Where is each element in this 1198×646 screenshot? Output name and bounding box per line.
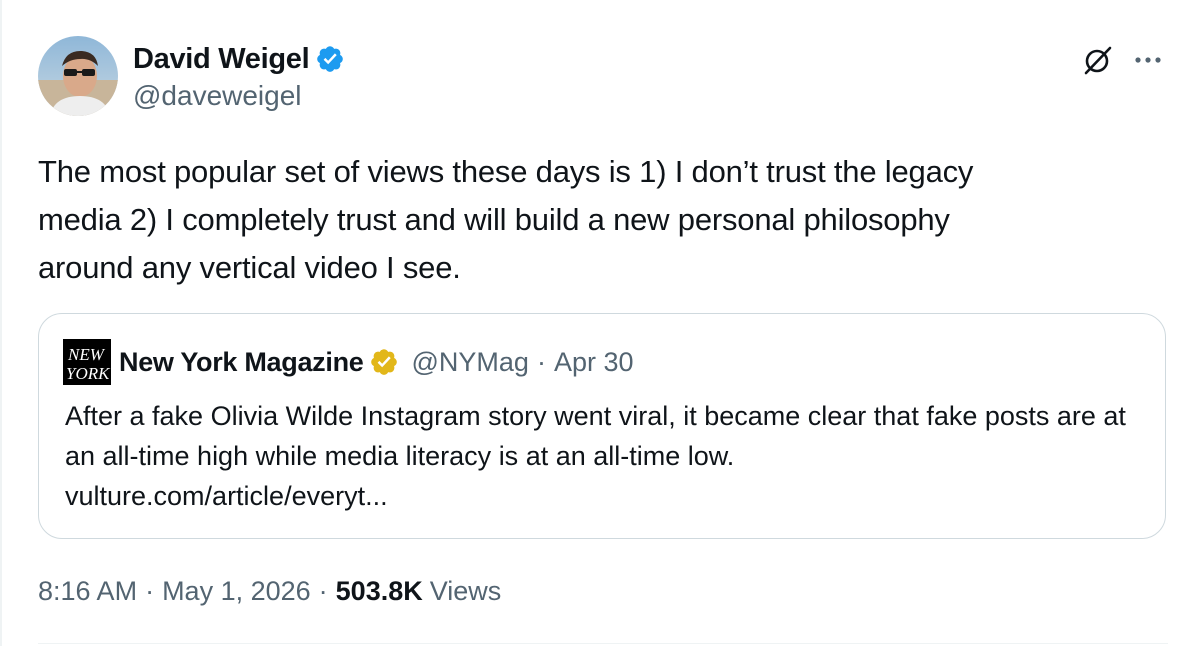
quote-header: NEW YORK New York Magazine @NYMag · Apr … xyxy=(63,339,634,385)
tweet: David Weigel @daveweigel The most popula… xyxy=(38,36,1168,646)
logo-line1: NEW xyxy=(67,345,106,364)
header-actions xyxy=(1078,40,1168,80)
tweet-date[interactable]: May 1, 2026 xyxy=(162,576,311,607)
quote-separator: · xyxy=(536,346,546,377)
grok-icon[interactable] xyxy=(1078,40,1118,80)
display-name[interactable]: David Weigel xyxy=(133,43,310,76)
logo-line2: YORK xyxy=(66,364,111,383)
quote-link[interactable]: vulture.com/article/everyt... xyxy=(65,476,1145,516)
left-border xyxy=(0,0,2,646)
quoted-tweet[interactable]: NEW YORK New York Magazine @NYMag · Apr … xyxy=(38,313,1166,539)
name-row: David Weigel xyxy=(133,40,345,78)
avatar[interactable] xyxy=(38,36,118,116)
quote-text: After a fake Olivia Wilde Instagram stor… xyxy=(65,396,1145,516)
tweet-text: The most popular set of views these days… xyxy=(38,154,974,285)
quote-date[interactable]: Apr 30 xyxy=(554,347,634,378)
divider xyxy=(38,643,1168,644)
views-count[interactable]: 503.8K xyxy=(336,576,423,607)
nymag-logo[interactable]: NEW YORK xyxy=(63,339,111,385)
meta-separator: · xyxy=(145,576,155,606)
gold-verified-badge-icon[interactable] xyxy=(369,347,399,377)
views-label[interactable]: Views xyxy=(430,576,502,607)
quote-display-name[interactable]: New York Magazine xyxy=(119,347,364,378)
author-info: David Weigel @daveweigel xyxy=(133,40,345,112)
author-handle[interactable]: @daveweigel xyxy=(133,80,345,112)
tweet-meta: 8:16 AM · May 1, 2026 · 503.8K Views xyxy=(38,576,501,607)
meta-separator: · xyxy=(318,576,328,606)
verified-badge-icon[interactable] xyxy=(315,44,345,74)
quote-body: After a fake Olivia Wilde Instagram stor… xyxy=(65,401,1126,471)
quote-handle[interactable]: @NYMag xyxy=(411,347,528,378)
more-icon[interactable] xyxy=(1128,40,1168,80)
tweet-time[interactable]: 8:16 AM xyxy=(38,576,137,607)
tweet-header: David Weigel @daveweigel xyxy=(38,36,1168,118)
